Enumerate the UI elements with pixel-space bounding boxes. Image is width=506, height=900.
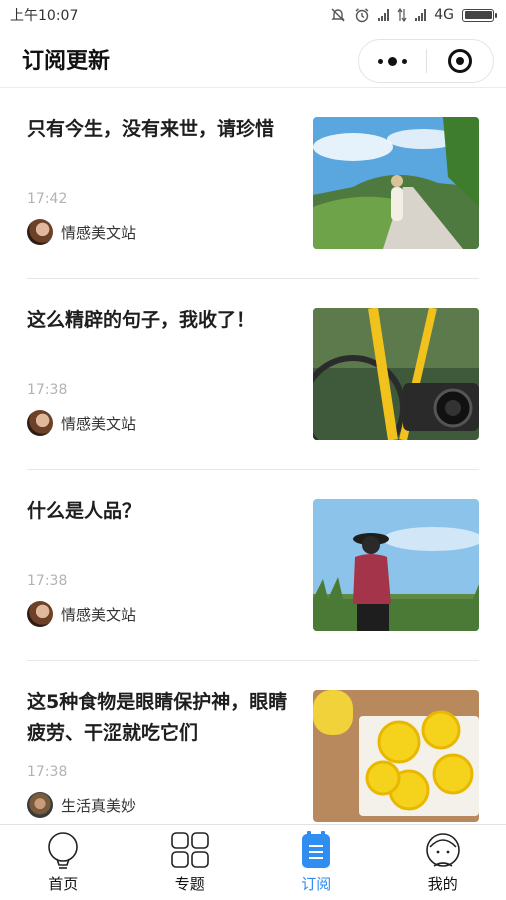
tab-label-home: 首页	[48, 875, 79, 893]
status-bar: 上午10:07 4G	[0, 0, 506, 30]
page-title: 订阅更新	[22, 48, 111, 74]
source-name: 情感美文站	[61, 223, 137, 242]
article-item[interactable]: 这么精辟的句子，我收了！ 17:38 情感美文站	[27, 279, 479, 470]
article-thumbnail	[313, 499, 479, 631]
article-source: 情感美文站	[27, 601, 136, 627]
close-mini-program-button[interactable]	[427, 40, 493, 82]
tab-home[interactable]: 首页	[0, 825, 127, 900]
article-source: 情感美文站	[27, 219, 136, 245]
grid-icon	[170, 832, 209, 868]
article-thumbnail	[313, 117, 479, 249]
tab-label-subscriptions: 订阅	[301, 875, 332, 893]
battery-level	[464, 11, 492, 19]
target-close-icon	[448, 49, 472, 73]
article-thumbnail	[313, 308, 479, 440]
source-avatar	[27, 410, 53, 436]
tab-subscriptions[interactable]: 订阅	[253, 825, 380, 900]
more-dot-icon	[388, 56, 397, 66]
article-source: 情感美文站	[27, 410, 136, 436]
more-dot-icon	[378, 58, 383, 64]
source-name: 情感美文站	[61, 414, 137, 433]
article-item[interactable]: 只有今生，没有来世，请珍惜 17:42 情感美文站	[27, 88, 479, 279]
tab-bar: 首页 专题 订阅 我的	[0, 824, 506, 900]
article-thumbnail	[313, 690, 479, 822]
bulb-icon	[48, 832, 79, 869]
article-time: 17:38	[27, 382, 68, 398]
article-feed[interactable]: 只有今生，没有来世，请珍惜 17:42 情感美文站 这么精辟的句子，我收了！ 1…	[0, 88, 506, 824]
article-title: 这么精辟的句子，我收了！	[27, 309, 256, 331]
signal-icon-2	[415, 9, 427, 21]
source-name: 情感美文站	[61, 605, 137, 624]
status-time: 上午10:07	[10, 8, 79, 24]
article-item[interactable]: 什么是人品？ 17:38 情感美文站	[27, 470, 479, 661]
source-avatar	[27, 792, 53, 818]
tab-topics[interactable]: 专题	[127, 825, 254, 900]
subscription-list-icon	[302, 831, 331, 868]
profile-icon	[425, 833, 460, 867]
article-time: 17:42	[27, 191, 68, 207]
article-time: 17:38	[27, 764, 68, 780]
tab-label-topics: 专题	[174, 875, 205, 893]
signal-icon	[378, 9, 390, 21]
status-icons: 4G	[330, 7, 497, 23]
network-type: 4G	[434, 7, 454, 23]
source-avatar	[27, 601, 53, 627]
article-title: 只有今生，没有来世，请珍惜	[27, 118, 275, 140]
article-time: 17:38	[27, 573, 68, 589]
nav-bar: 订阅更新	[0, 30, 506, 88]
article-title: 什么是人品？	[27, 500, 142, 522]
tab-label-profile: 我的	[427, 875, 458, 893]
article-source: 生活真美妙	[27, 792, 136, 818]
tab-profile[interactable]: 我的	[380, 825, 506, 900]
data-transfer-icon	[397, 8, 407, 22]
source-avatar	[27, 219, 53, 245]
article-item[interactable]: 这5种食物是眼睛保护神，眼睛疲劳、干涩就吃它们 17:38 生活真美妙	[27, 661, 479, 824]
article-title: 这5种食物是眼睛保护神，眼睛疲劳、干涩就吃它们	[27, 691, 288, 744]
battery-icon	[462, 8, 497, 22]
mini-program-capsule	[358, 39, 494, 83]
more-dot-icon	[402, 58, 407, 64]
mute-bell-icon	[331, 8, 345, 22]
more-button[interactable]	[359, 40, 426, 82]
source-name: 生活真美妙	[61, 796, 137, 815]
alarm-icon	[355, 8, 369, 23]
